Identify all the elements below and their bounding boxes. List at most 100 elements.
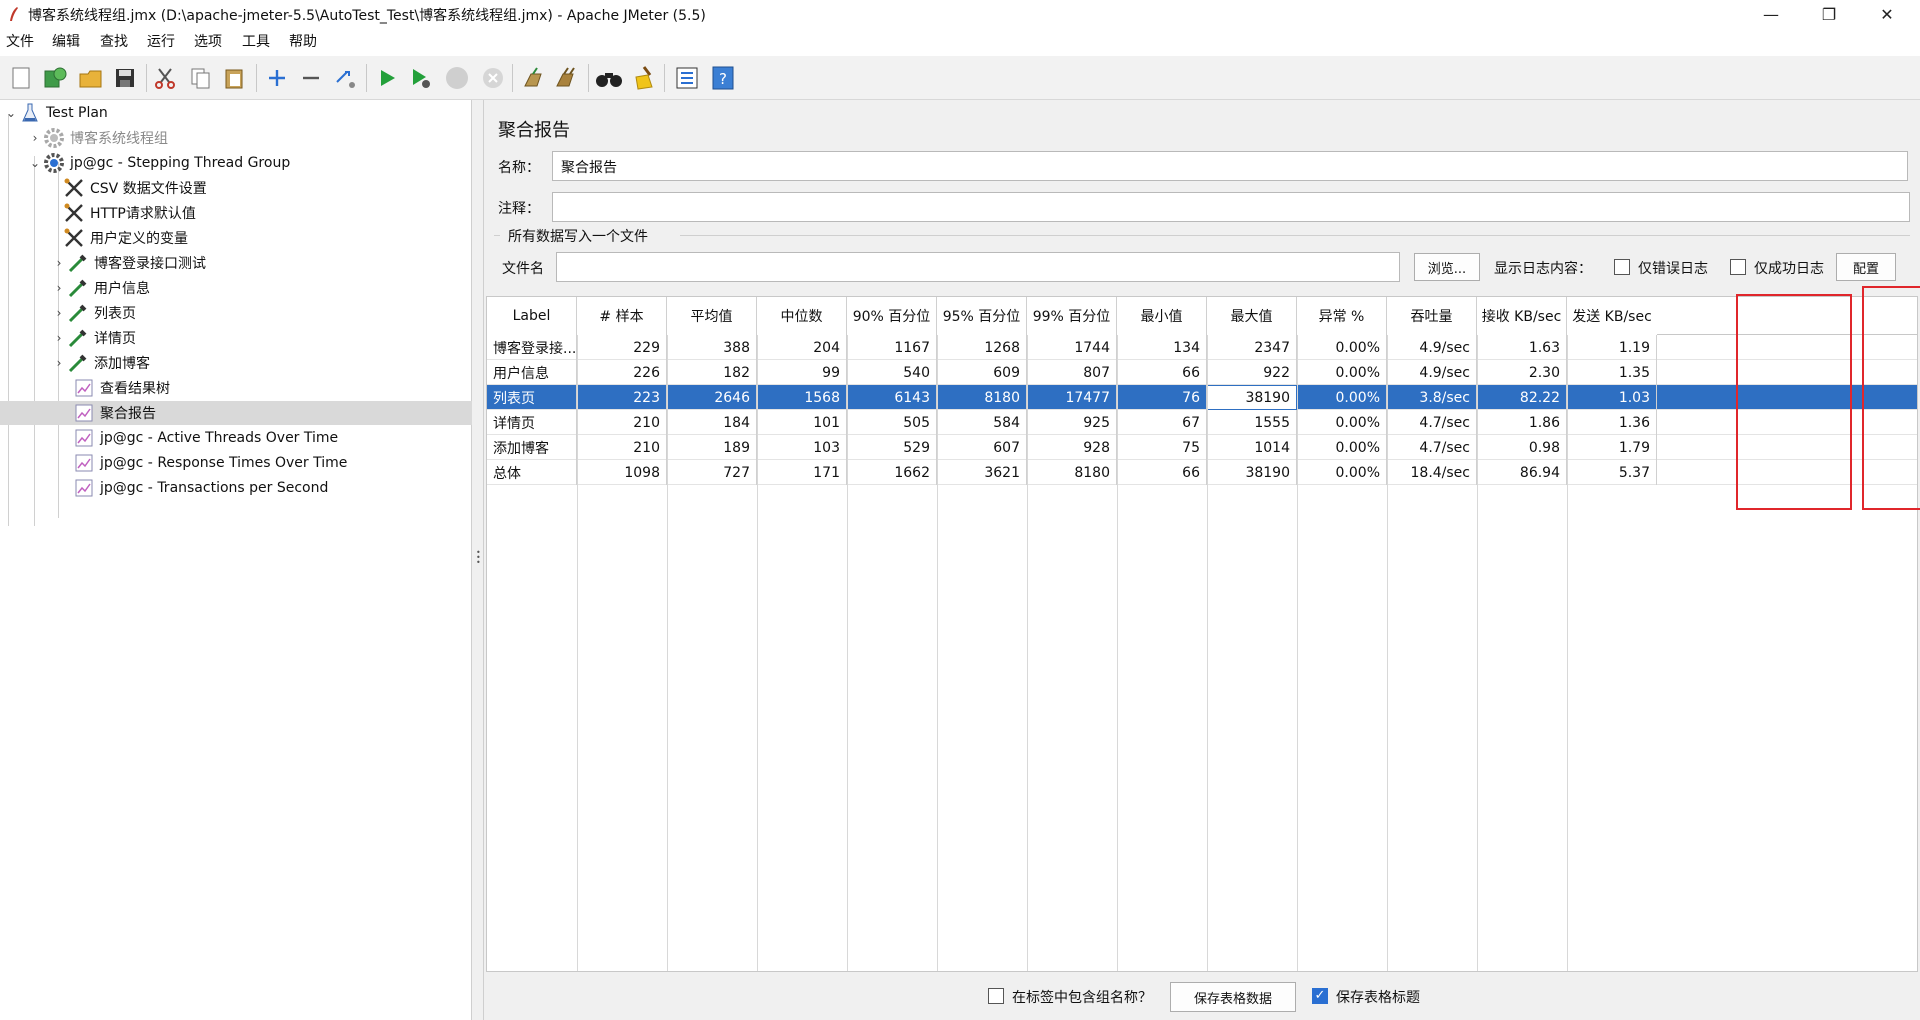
table-cell[interactable]: 184 [667, 410, 757, 435]
menu-run[interactable]: 运行 [147, 31, 175, 51]
tree-item-response-times[interactable]: jp@gc - Response Times Over Time [72, 451, 347, 475]
table-cell[interactable]: 229 [577, 335, 667, 360]
table-cell[interactable]: 134 [1117, 335, 1207, 360]
menu-help[interactable]: 帮助 [289, 31, 317, 51]
table-cell[interactable]: 210 [577, 435, 667, 460]
table-cell[interactable]: 5.37 [1567, 460, 1657, 485]
minimize-button[interactable]: — [1742, 0, 1800, 28]
table-cell[interactable]: 226 [577, 360, 667, 385]
close-button[interactable]: ✕ [1858, 0, 1916, 28]
table-row[interactable]: 用户信息 226 182 99 540 609 807 66 922 0.00% 4.9/sec 2.… [487, 360, 1917, 385]
table-cell[interactable]: 1.63 [1477, 335, 1567, 360]
table-cell[interactable]: 388 [667, 335, 757, 360]
table-cell[interactable]: 添加博客 [487, 435, 577, 460]
table-cell[interactable]: 总体 [487, 460, 577, 485]
templates-icon[interactable] [40, 63, 70, 93]
table-cell[interactable]: 67 [1117, 410, 1207, 435]
success-only-checkbox[interactable] [1730, 259, 1746, 275]
table-cell[interactable]: 584 [937, 410, 1027, 435]
table-cell[interactable]: 博客登录接... [487, 335, 577, 360]
tree-item-user-info[interactable]: › 用户信息 [52, 276, 150, 300]
table-cell[interactable]: 171 [757, 460, 847, 485]
configure-button[interactable]: 配置 [1836, 253, 1896, 281]
tree-item-stepping-thread-group[interactable]: ⌄ jp@gc - Stepping Thread Group [28, 151, 290, 175]
table-cell[interactable]: 用户信息 [487, 360, 577, 385]
table-cell[interactable]: 607 [937, 435, 1027, 460]
table-cell[interactable]: 1.19 [1567, 335, 1657, 360]
tree-item-active-threads[interactable]: jp@gc - Active Threads Over Time [72, 426, 338, 450]
new-icon[interactable] [6, 63, 36, 93]
menu-tools[interactable]: 工具 [242, 31, 270, 51]
table-row[interactable]: 博客登录接... 229 388 204 1167 1268 1744 134 2347 0.00… [487, 335, 1917, 360]
table-cell[interactable]: 0.00% [1297, 385, 1387, 410]
table-cell[interactable]: 86.94 [1477, 460, 1567, 485]
table-cell[interactable]: 182 [667, 360, 757, 385]
table-cell[interactable]: 2646 [667, 385, 757, 410]
table-cell[interactable]: 2347 [1207, 335, 1297, 360]
table-cell[interactable]: 76 [1117, 385, 1207, 410]
table-cell[interactable]: 3621 [937, 460, 1027, 485]
table-cell[interactable]: 1.79 [1567, 435, 1657, 460]
table-cell[interactable]: 8180 [1027, 460, 1117, 485]
table-cell[interactable]: 922 [1207, 360, 1297, 385]
table-cell[interactable]: 4.7/sec [1387, 435, 1477, 460]
tree-item-csv-data-set[interactable]: CSV 数据文件设置 [62, 176, 207, 200]
table-cell[interactable]: 925 [1027, 410, 1117, 435]
cut-icon[interactable] [150, 63, 180, 93]
table-cell[interactable]: 4.9/sec [1387, 360, 1477, 385]
menu-file[interactable]: 文件 [6, 31, 34, 51]
table-cell[interactable]: 1568 [757, 385, 847, 410]
table-cell[interactable]: 0.00% [1297, 360, 1387, 385]
clear-all-icon[interactable] [552, 63, 582, 93]
col-header-label[interactable]: Label [487, 297, 577, 335]
col-header-90-pct[interactable]: 90% 百分位 [847, 297, 937, 335]
table-cell[interactable]: 1268 [937, 335, 1027, 360]
col-header-max[interactable]: 最大值 [1207, 297, 1297, 335]
tree-item-blog-thread-group[interactable]: › 博客系统线程组 [28, 126, 168, 150]
shutdown-icon[interactable] [478, 63, 508, 93]
reset-search-icon[interactable] [628, 63, 658, 93]
table-cell[interactable]: 1014 [1207, 435, 1297, 460]
table-cell[interactable]: 101 [757, 410, 847, 435]
browse-button[interactable]: 浏览... [1414, 253, 1480, 281]
name-field[interactable]: 聚合报告 [552, 151, 1908, 181]
include-group-name-checkbox[interactable] [988, 988, 1004, 1004]
tree-item-login-api[interactable]: › 博客登录接口测试 [52, 251, 206, 275]
tree-item-test-plan[interactable]: ⌄ Test Plan [4, 101, 108, 125]
errors-only-checkbox[interactable] [1614, 259, 1630, 275]
table-cell[interactable]: 204 [757, 335, 847, 360]
toggle-icon[interactable] [330, 63, 360, 93]
table-cell[interactable]: 1.03 [1567, 385, 1657, 410]
col-header-throughput[interactable]: 吞吐量 [1387, 297, 1477, 335]
table-cell[interactable]: 66 [1117, 460, 1207, 485]
table-cell[interactable]: 1.36 [1567, 410, 1657, 435]
menu-options[interactable]: 选项 [194, 31, 222, 51]
col-header-median[interactable]: 中位数 [757, 297, 847, 335]
table-cell[interactable]: 1.86 [1477, 410, 1567, 435]
table-cell[interactable]: 18.4/sec [1387, 460, 1477, 485]
copy-icon[interactable] [186, 63, 216, 93]
save-table-data-button[interactable]: 保存表格数据 [1170, 982, 1296, 1012]
col-header-received[interactable]: 接收 KB/sec [1477, 297, 1567, 335]
function-helper-icon[interactable] [672, 63, 702, 93]
table-cell[interactable]: 0.00% [1297, 410, 1387, 435]
table-cell[interactable]: 列表页 [487, 385, 577, 410]
col-header-samples[interactable]: # 样本 [577, 297, 667, 335]
table-cell[interactable]: 38190 [1207, 460, 1297, 485]
table-row[interactable]: 详情页 210 184 101 505 584 925 67 1555 0.00% 4.7/sec 1… [487, 410, 1917, 435]
table-cell[interactable]: 4.9/sec [1387, 335, 1477, 360]
table-cell[interactable]: 529 [847, 435, 937, 460]
table-cell[interactable]: 1662 [847, 460, 937, 485]
split-pane-divider[interactable]: • • • [472, 100, 484, 1020]
table-cell[interactable]: 6143 [847, 385, 937, 410]
col-header-99-pct[interactable]: 99% 百分位 [1027, 297, 1117, 335]
tree-item-list-page[interactable]: › 列表页 [52, 301, 136, 325]
table-cell[interactable]: 223 [577, 385, 667, 410]
col-header-min[interactable]: 最小值 [1117, 297, 1207, 335]
table-cell[interactable]: 8180 [937, 385, 1027, 410]
table-row[interactable]: 列表页 223 2646 1568 6143 8180 17477 76 38190 0.00% 3… [487, 385, 1917, 410]
tree-item-transactions-per-second[interactable]: jp@gc - Transactions per Second [72, 476, 328, 500]
table-cell[interactable]: 2.30 [1477, 360, 1567, 385]
table-cell[interactable]: 1744 [1027, 335, 1117, 360]
table-cell[interactable]: 0.00% [1297, 335, 1387, 360]
